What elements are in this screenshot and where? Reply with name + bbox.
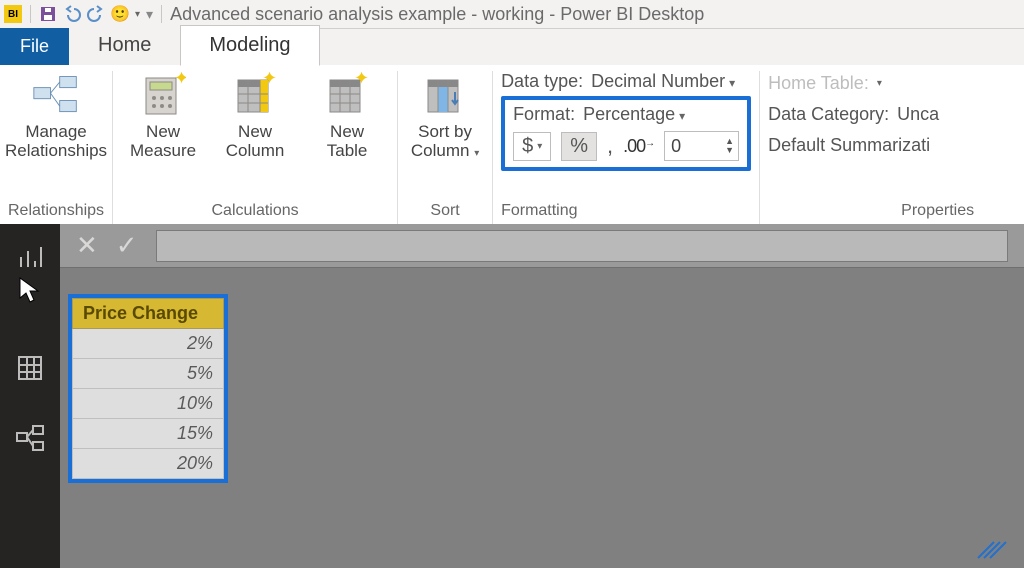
new-table-button[interactable]: ✦ NewTable [305, 71, 389, 160]
new-column-label: NewColumn [226, 123, 285, 160]
svg-text:✦: ✦ [262, 72, 277, 88]
separator [161, 5, 162, 23]
formula-bar: ✕ ✓ [60, 224, 1024, 268]
group-label-relationships: Relationships [8, 202, 104, 222]
model-view-button[interactable] [10, 418, 50, 458]
data-category-row[interactable]: Data Category: Unca [768, 104, 978, 125]
separator [30, 5, 31, 23]
formatting-highlight-box: Format: Percentage $▾ % , .0͏0→ ▲▼ [501, 96, 751, 171]
group-relationships: ManageRelationships Relationships [0, 71, 113, 224]
ribbon-tabs: File Home Modeling [0, 29, 1024, 65]
table-row[interactable]: 15% [73, 419, 224, 449]
data-type-value: Decimal Number [591, 71, 735, 92]
formula-input[interactable] [156, 230, 1008, 262]
undo-icon[interactable] [63, 5, 81, 23]
spinner-arrows[interactable]: ▲▼ [721, 137, 738, 155]
group-calculations: ✦ NewMeasure ✦ [113, 71, 398, 224]
qat-overflow[interactable]: ▾ [146, 6, 153, 23]
decimal-places-icon[interactable]: .0͏0→ [623, 136, 654, 157]
group-properties: Home Table: ▾ Data Category: Unca Defaul… [760, 71, 986, 224]
svg-text:✦: ✦ [354, 72, 369, 88]
table-row[interactable]: 10% [73, 389, 224, 419]
window-title: Advanced scenario analysis example - wor… [170, 4, 1020, 25]
tab-file[interactable]: File [0, 28, 69, 65]
report-view-button[interactable] [10, 238, 50, 278]
decimal-places-spinner[interactable]: ▲▼ [664, 131, 739, 161]
new-column-icon: ✦ [231, 71, 279, 119]
data-category-label: Data Category: [768, 104, 889, 125]
mouse-cursor-icon [18, 276, 40, 307]
new-measure-icon: ✦ [139, 71, 187, 119]
format-label: Format: [513, 104, 575, 125]
currency-format-button[interactable]: $▾ [513, 132, 551, 161]
svg-text:✦: ✦ [174, 72, 186, 88]
format-row[interactable]: Format: Percentage [513, 104, 739, 125]
cell[interactable]: 10% [73, 389, 224, 419]
table-row[interactable]: 20% [73, 449, 224, 479]
redo-icon[interactable] [87, 5, 105, 23]
app-icon: BI [4, 5, 22, 23]
caret-down-icon: ▾ [877, 78, 882, 89]
cell[interactable]: 2% [73, 329, 224, 359]
data-view-button[interactable] [10, 348, 50, 388]
workspace: ✕ ✓ Price Change 2% 5% 10% 15% 20% [0, 224, 1024, 568]
decimal-places-input[interactable] [665, 134, 721, 159]
data-type-label: Data type: [501, 71, 583, 92]
default-summarization-row[interactable]: Default Summarizati [768, 135, 978, 156]
table-row[interactable]: 2% [73, 329, 224, 359]
new-table-label: NewTable [327, 123, 368, 160]
group-sort: Sort byColumn ▾ Sort [398, 71, 493, 224]
group-label-properties: Properties [901, 202, 978, 222]
table-row[interactable]: 5% [73, 359, 224, 389]
group-formatting: Data type: Decimal Number Format: Percen… [493, 71, 760, 224]
sort-icon [421, 71, 469, 119]
cell[interactable]: 5% [73, 359, 224, 389]
default-summarization-label: Default Summarizati [768, 135, 930, 156]
format-value: Percentage [583, 104, 685, 125]
new-column-button[interactable]: ✦ NewColumn [213, 71, 297, 160]
watermark-logo [974, 534, 1014, 562]
quick-access-toolbar: 🙂 ▾ ▾ [39, 5, 153, 23]
group-label-formatting: Formatting [501, 202, 751, 222]
tab-modeling[interactable]: Modeling [180, 25, 319, 66]
tab-home[interactable]: Home [69, 25, 180, 65]
save-icon[interactable] [39, 5, 57, 23]
percent-format-button[interactable]: % [561, 132, 597, 161]
new-measure-label: NewMeasure [130, 123, 196, 160]
thousands-separator-button[interactable]: , [607, 133, 613, 159]
manage-relationships-label: ManageRelationships [5, 123, 107, 160]
qat-more-caret[interactable]: ▾ [135, 9, 140, 20]
data-type-row[interactable]: Data type: Decimal Number [501, 71, 735, 92]
ribbon: ManageRelationships Relationships ✦ NewM… [0, 65, 1024, 225]
cancel-formula-icon[interactable]: ✕ [76, 230, 98, 261]
manage-relationships-button[interactable]: ManageRelationships [14, 71, 98, 160]
feedback-smiley-icon[interactable]: 🙂 [111, 5, 129, 23]
new-table-icon: ✦ [323, 71, 371, 119]
cell[interactable]: 20% [73, 449, 224, 479]
view-switcher [0, 224, 60, 568]
commit-formula-icon[interactable]: ✓ [116, 230, 138, 261]
data-category-value: Unca [897, 104, 939, 125]
group-label-calculations: Calculations [211, 202, 298, 222]
caret-down-icon[interactable]: ▼ [725, 146, 734, 155]
sort-by-column-label: Sort byColumn ▾ [411, 123, 479, 160]
relationships-icon [32, 71, 80, 119]
home-table-label: Home Table: [768, 73, 869, 94]
home-table-row[interactable]: Home Table: ▾ [768, 73, 978, 94]
new-measure-button[interactable]: ✦ NewMeasure [121, 71, 205, 160]
sort-by-column-button[interactable]: Sort byColumn ▾ [406, 71, 484, 160]
data-table: Price Change 2% 5% 10% 15% 20% [68, 294, 228, 483]
cell[interactable]: 15% [73, 419, 224, 449]
group-label-sort: Sort [430, 202, 459, 222]
column-header-price-change[interactable]: Price Change [73, 299, 224, 329]
